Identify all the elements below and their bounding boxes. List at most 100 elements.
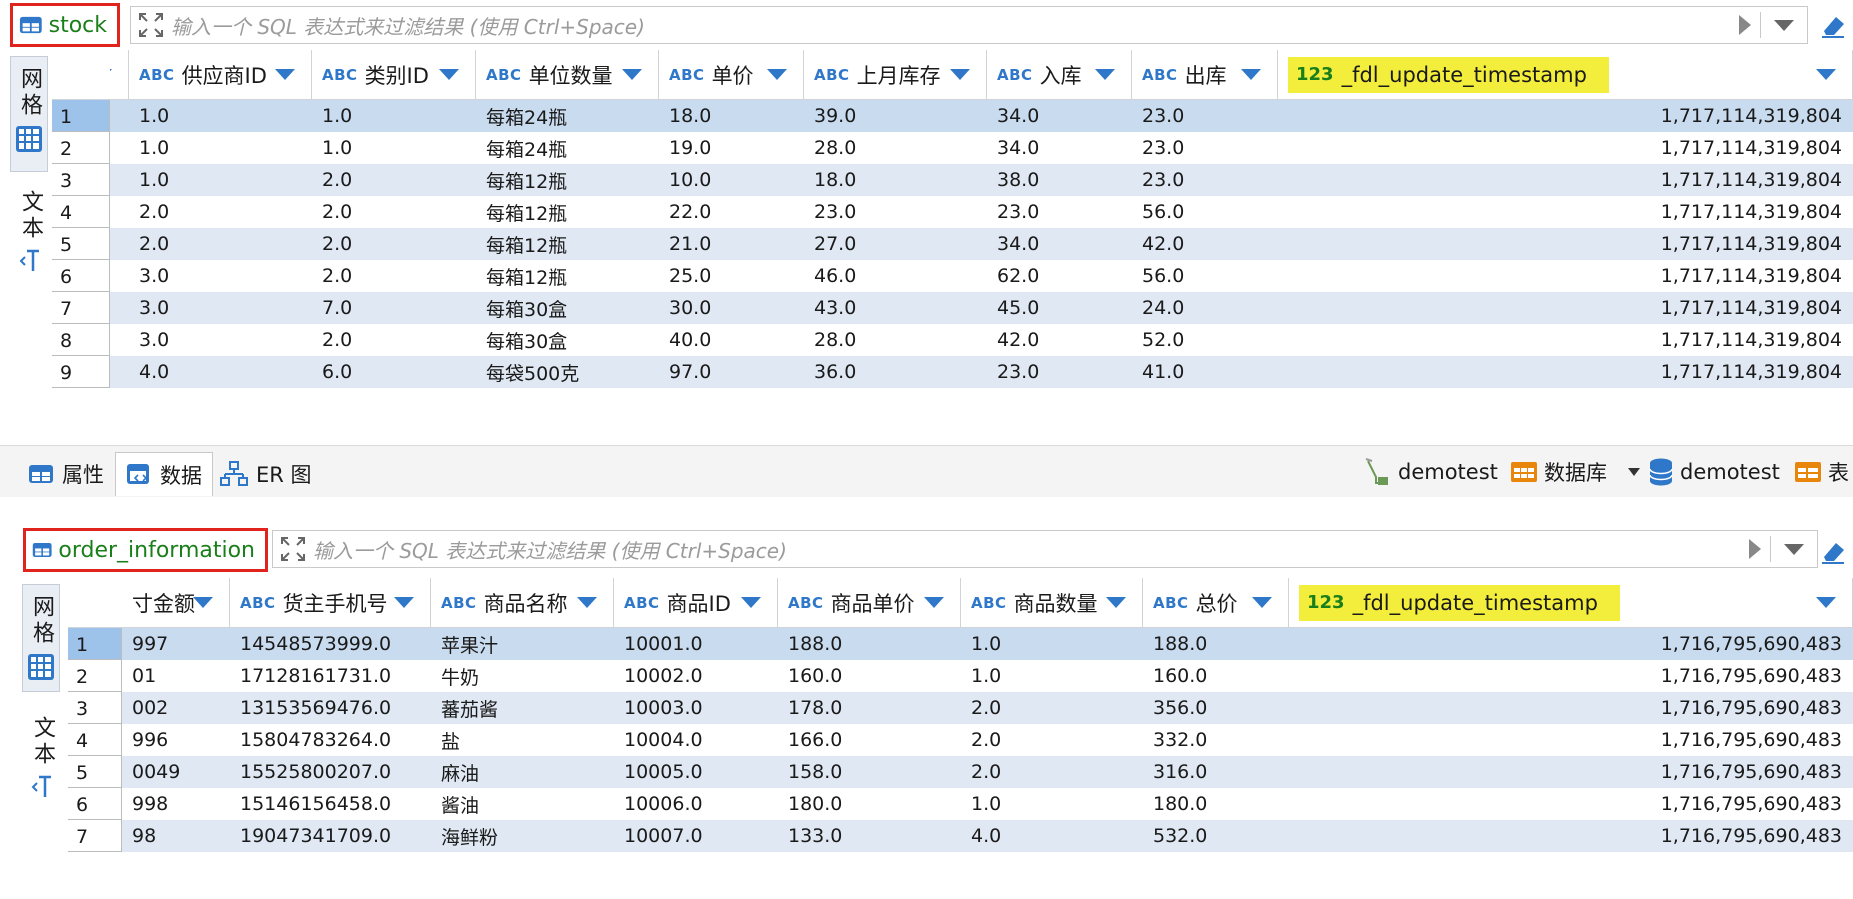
table-row[interactable]: 6 3.0 2.0 每箱12瓶 25.0 46.0 62.0 56.0 1,717,114,31… [52, 260, 1853, 292]
table-cell[interactable]: 24.0 [1132, 292, 1278, 324]
table-cell[interactable]: 1,716,795,690,483 [1289, 692, 1853, 724]
table-cell[interactable]: 10.0 [659, 164, 804, 196]
tab-data[interactable]: 数据 [115, 452, 213, 496]
row-number[interactable]: 1 [68, 628, 122, 660]
table-cell[interactable]: 10004.0 [614, 724, 778, 756]
table-cell[interactable]: 苹果汁 [431, 628, 614, 660]
table-cell[interactable]: 21.0 [659, 228, 804, 260]
table-cell[interactable]: 56.0 [1132, 260, 1278, 292]
sort-chevron-icon[interactable] [193, 597, 213, 608]
table-row[interactable]: 6 998 15146156458.0 酱油 10006.0 180.0 1.0 180.0 1… [68, 788, 1853, 820]
table-cell[interactable]: 23.0 [1132, 132, 1278, 164]
table-cell[interactable]: 166.0 [778, 724, 961, 756]
table-cell[interactable]: 30.0 [659, 292, 804, 324]
schema-selector[interactable]: demotest [1648, 454, 1780, 490]
row-number[interactable]: 4 [68, 724, 122, 756]
table-cell[interactable]: 10001.0 [614, 628, 778, 660]
column-header[interactable]: ABC 商品单价 [778, 578, 961, 628]
table-cell[interactable]: 2.0 [312, 164, 476, 196]
table-row[interactable]: 2 1.0 1.0 每箱24瓶 19.0 28.0 34.0 23.0 1,717,114,31… [52, 132, 1853, 164]
filter-history-dropdown-icon[interactable] [1771, 542, 1817, 556]
table-cell[interactable]: 62.0 [987, 260, 1132, 292]
table-cell[interactable]: 28.0 [804, 324, 987, 356]
sort-chevron-icon[interactable] [622, 69, 642, 80]
table-cell[interactable]: 每箱24瓶 [476, 132, 659, 164]
table-cell[interactable]: 4.0 [961, 820, 1143, 852]
table-cell[interactable]: 每箱24瓶 [476, 100, 659, 132]
database-selector[interactable]: 数据库 [1510, 454, 1641, 490]
table-cell[interactable]: 10005.0 [614, 756, 778, 788]
top-text-view-tab[interactable]: 文本 [12, 190, 48, 274]
table-cell[interactable]: 002 [122, 692, 230, 724]
table-cell[interactable]: 39.0 [804, 100, 987, 132]
row-number[interactable]: 2 [68, 660, 122, 692]
table-cell[interactable]: 1.0 [129, 164, 312, 196]
table-cell[interactable]: 2.0 [312, 260, 476, 292]
column-header[interactable]: ABC 上月库存 [804, 50, 987, 100]
table-row[interactable]: 7 98 19047341709.0 海鲜粉 10007.0 133.0 4.0 532.0 1… [68, 820, 1853, 852]
table-cell[interactable] [110, 356, 129, 388]
table-cell[interactable]: 2.0 [312, 324, 476, 356]
row-number[interactable]: 6 [68, 788, 122, 820]
row-number[interactable]: 7 [68, 820, 122, 852]
table-cell[interactable]: 1.0 [129, 100, 312, 132]
table-row[interactable]: 2 01 17128161731.0 牛奶 10002.0 160.0 1.0 160.0 1,… [68, 660, 1853, 692]
table-cell[interactable]: 3.0 [129, 260, 312, 292]
table-cell[interactable]: 4.0 [129, 356, 312, 388]
table-cell[interactable]: 34.0 [987, 100, 1132, 132]
table-cell[interactable]: 0049 [122, 756, 230, 788]
table-cell[interactable]: 7.0 [312, 292, 476, 324]
table-cell[interactable]: 160.0 [778, 660, 961, 692]
table-cell[interactable]: 19047341709.0 [230, 820, 431, 852]
eraser-icon[interactable] [1813, 8, 1853, 42]
column-header[interactable]: ABC 商品名称 [431, 578, 614, 628]
top-filter-input[interactable]: 输入一个 SQL 表达式来过滤结果 (使用 Ctrl+Space) [171, 11, 1730, 40]
table-cell[interactable]: 34.0 [987, 132, 1132, 164]
sort-chevron-icon[interactable] [741, 597, 761, 608]
table-cell[interactable]: 1.0 [961, 788, 1143, 820]
table-cell[interactable]: 1,716,795,690,483 [1289, 820, 1853, 852]
table-cell[interactable]: 178.0 [778, 692, 961, 724]
table-row[interactable]: 5 0049 15525800207.0 麻油 10005.0 158.0 2.0 316.0… [68, 756, 1853, 788]
bottom-filter-box[interactable]: 输入一个 SQL 表达式来过滤结果 (使用 Ctrl+Space) [272, 530, 1818, 568]
table-cell[interactable]: 42.0 [987, 324, 1132, 356]
table-row[interactable]: 4 2.0 2.0 每箱12瓶 22.0 23.0 23.0 56.0 1,717,114,31… [52, 196, 1853, 228]
row-number[interactable]: 1 [52, 100, 110, 132]
table-cell[interactable]: 15804783264.0 [230, 724, 431, 756]
table-cell[interactable]: 每箱30盒 [476, 324, 659, 356]
table-cell[interactable] [110, 260, 129, 292]
table-row[interactable]: 3 002 13153569476.0 蕃茄酱 10003.0 178.0 2.0 356.0… [68, 692, 1853, 724]
sort-chevron-icon[interactable] [950, 69, 970, 80]
table-cell[interactable] [110, 132, 129, 164]
sort-chevron-icon[interactable] [577, 597, 597, 608]
row-number[interactable]: 6 [52, 260, 110, 292]
table-cell[interactable]: 1.0 [961, 660, 1143, 692]
row-number[interactable]: 2 [52, 132, 110, 164]
table-cell[interactable]: 34.0 [987, 228, 1132, 260]
top-grid-view-tab[interactable]: 网格 [10, 56, 48, 172]
column-header[interactable]: ABC 入库 [987, 50, 1132, 100]
top-table-tag[interactable]: stock [10, 3, 120, 47]
table-row[interactable]: 5 2.0 2.0 每箱12瓶 21.0 27.0 34.0 42.0 1,717,114,31… [52, 228, 1853, 260]
table-cell[interactable]: 牛奶 [431, 660, 614, 692]
bottom-table-tag[interactable]: order_information [23, 528, 268, 572]
table-cell[interactable]: 97.0 [659, 356, 804, 388]
table-cell[interactable]: 332.0 [1143, 724, 1289, 756]
table-cell[interactable] [110, 324, 129, 356]
table-cell[interactable]: 133.0 [778, 820, 961, 852]
table-cell[interactable]: 2.0 [961, 724, 1143, 756]
tab-properties[interactable]: 属性 [18, 452, 114, 496]
table-cell[interactable]: 1,716,795,690,483 [1289, 660, 1853, 692]
table-cell[interactable]: 1.0 [312, 100, 476, 132]
table-cell[interactable]: 36.0 [804, 356, 987, 388]
table-row[interactable]: 1 997 14548573999.0 苹果汁 10001.0 188.0 1.0 188.0… [68, 628, 1853, 660]
table-row[interactable]: 8 3.0 2.0 每箱30盒 40.0 28.0 42.0 52.0 1,717,114,31… [52, 324, 1853, 356]
table-cell[interactable]: 蕃茄酱 [431, 692, 614, 724]
sort-chevron-icon[interactable] [1106, 597, 1126, 608]
table-cell[interactable]: 15525800207.0 [230, 756, 431, 788]
table-cell[interactable]: 每袋500克 [476, 356, 659, 388]
table-cell[interactable]: 1.0 [129, 132, 312, 164]
table-cell[interactable]: 23.0 [1132, 164, 1278, 196]
table-cell[interactable]: 每箱12瓶 [476, 164, 659, 196]
table-cell[interactable]: 每箱12瓶 [476, 196, 659, 228]
